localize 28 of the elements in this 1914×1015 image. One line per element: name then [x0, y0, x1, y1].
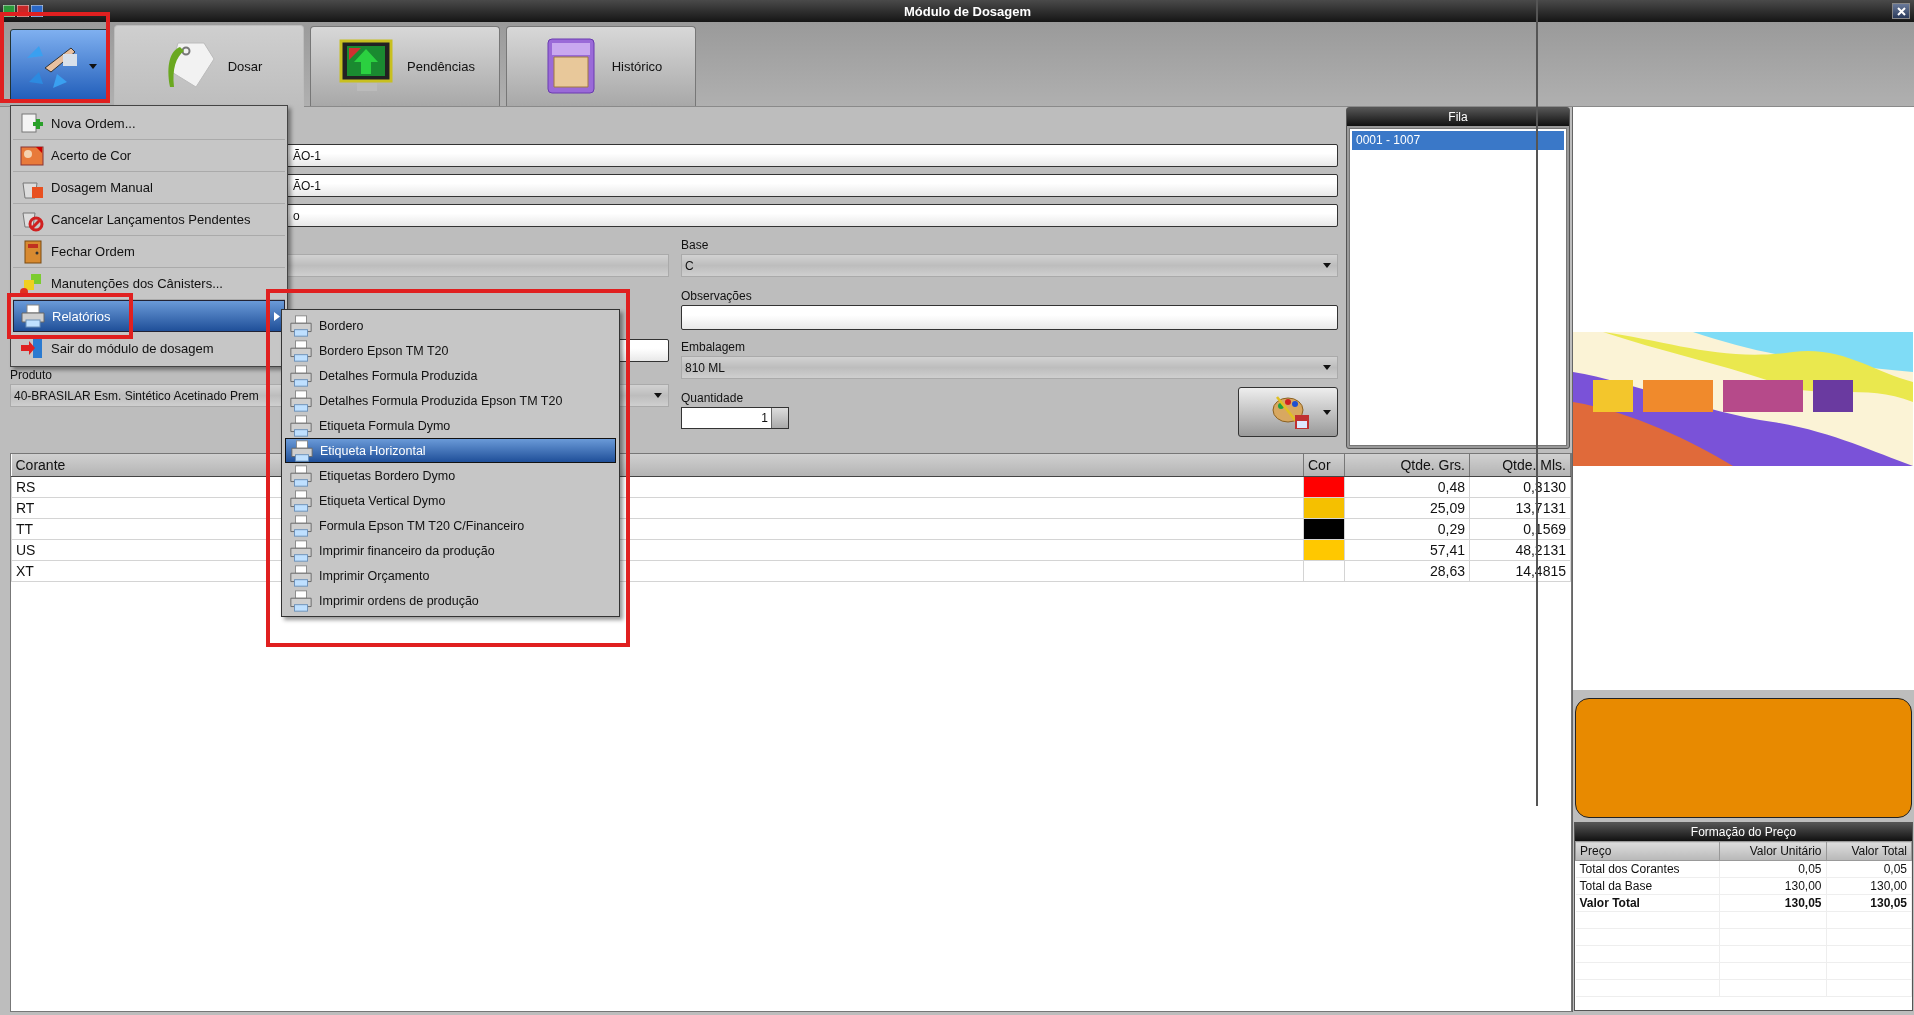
table-cell: 0,05	[1826, 860, 1912, 878]
field-label: Base	[681, 237, 709, 254]
table-cell: 28,63	[1344, 560, 1470, 582]
table-cell: 130,00	[1826, 877, 1912, 895]
table-cell: Total dos Corantes	[1575, 860, 1720, 878]
field-label: Quantidade	[681, 390, 744, 407]
column-header: Valor Unitário	[1719, 841, 1827, 861]
panel-title: Formação do Preço	[1575, 823, 1912, 841]
field-label: Observações	[681, 288, 752, 305]
field-label: Embalagem	[681, 339, 746, 356]
column-header: Valor Total	[1826, 841, 1912, 861]
table-cell: 130,00	[1719, 877, 1827, 895]
table-cell: 130,05	[1826, 894, 1912, 912]
panel-title: Fila	[1347, 108, 1569, 126]
table-cell: 130,05	[1719, 894, 1827, 912]
window-title: Módulo de Dosagem	[902, 3, 1033, 19]
table-cell: Total da Base	[1575, 877, 1720, 895]
table-cell: Valor Total	[1575, 894, 1720, 912]
table-cell: 0,05	[1719, 860, 1827, 878]
column-header: Preço	[1575, 841, 1720, 861]
table-cell: 0,48	[1344, 476, 1470, 498]
table-cell: 0,29	[1344, 518, 1470, 540]
column-header: Qtde. Mls.	[1469, 454, 1571, 477]
table-cell: 57,41	[1344, 539, 1470, 561]
field-label: Produto	[10, 367, 53, 384]
table-cell: 25,09	[1344, 497, 1470, 519]
column-header: Cor	[1303, 454, 1345, 477]
column-header: Qtde. Grs.	[1344, 454, 1470, 477]
